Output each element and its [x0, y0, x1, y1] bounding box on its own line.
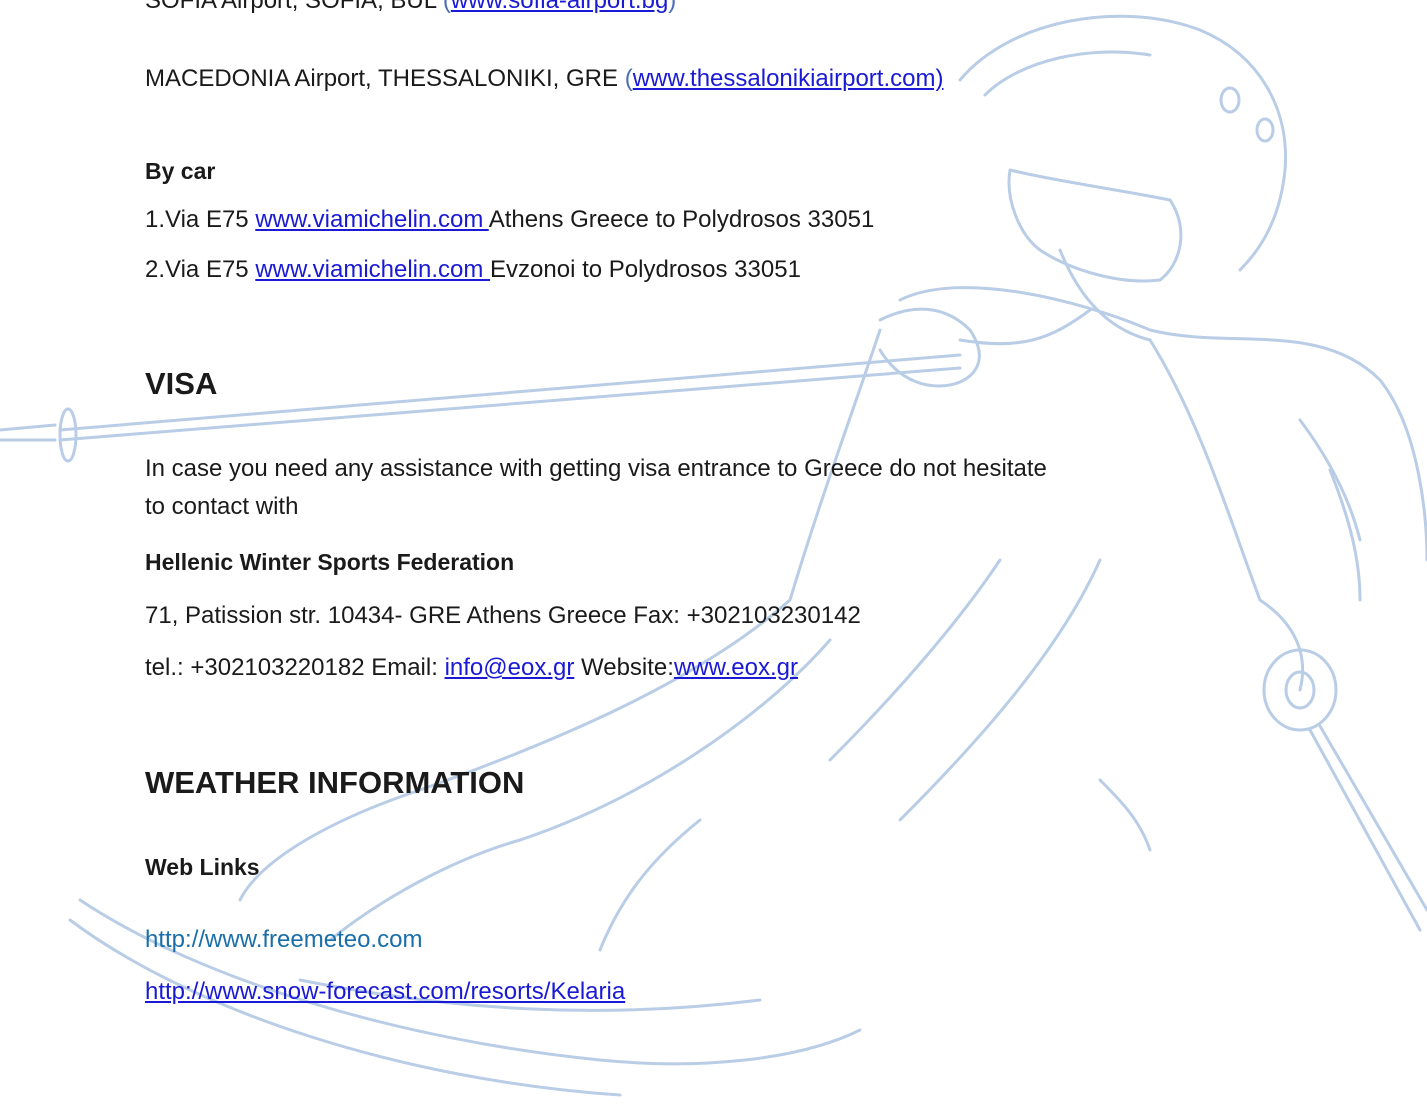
route-suffix: Athens Greece to Polydrosos 33051: [488, 206, 875, 233]
airport-line-thessaloniki: MACEDONIA Airport, THESSALONIKI, GRE (ww…: [145, 64, 943, 94]
car-route-2: 2.Via E75 www.viamichelin.com Evzonoi to…: [145, 255, 801, 285]
car-route-1: 1.Via E75 www.viamichelin.com Athens Gre…: [145, 205, 874, 235]
document-page: SOFIA Airport, SOFIA, BUL ( www.sofia-air…: [0, 0, 1427, 1107]
airport-text: MACEDONIA Airport, THESSALONIKI, GRE: [145, 65, 619, 92]
email-link[interactable]: info@eox.gr: [445, 654, 575, 681]
by-car-heading: By car: [145, 158, 216, 184]
route-prefix: 1.Via E75: [145, 206, 249, 233]
snow-forecast-link[interactable]: http://www.snow-forecast.com/resorts/Kel…: [145, 978, 625, 1005]
route-suffix: Evzonoi to Polydrosos 33051: [490, 256, 801, 283]
web-links-heading: Web Links: [145, 854, 260, 880]
website-label: Website:: [574, 654, 674, 681]
visa-text-line-1: In case you need any assistance with get…: [145, 455, 1047, 482]
visa-text-line-2: to contact with: [145, 493, 299, 520]
route-prefix: 2.Via E75: [145, 256, 249, 283]
org-contact: tel.: +302103220182 Email: info@eox.gr W…: [145, 653, 798, 683]
airport-text: SOFIA Airport, SOFIA, BUL: [145, 0, 437, 14]
website-link[interactable]: www.eox.gr: [674, 654, 798, 681]
sofia-airport-link[interactable]: www.sofia-airport.bg: [451, 0, 668, 14]
weather-heading: WEATHER INFORMATION: [145, 765, 525, 800]
viamichelin-link-2[interactable]: www.viamichelin.com: [255, 256, 490, 283]
thessaloniki-airport-link[interactable]: www.thessalonikiairport.com): [633, 65, 944, 92]
org-name: Hellenic Winter Sports Federation: [145, 549, 515, 575]
airport-line-sofia: SOFIA Airport, SOFIA, BUL (www.sofia-air…: [145, 0, 676, 16]
snow-forecast-line: http://www.snow-forecast.com/resorts/Kel…: [145, 977, 625, 1007]
viamichelin-link-1[interactable]: www.viamichelin.com: [255, 206, 488, 233]
tel-email-label: tel.: +302103220182 Email:: [145, 654, 445, 681]
paren-open: (: [624, 65, 633, 92]
visa-heading: VISA: [145, 366, 218, 401]
freemeteo-link-text[interactable]: http://www.freemeteo.com: [145, 925, 422, 955]
org-address: 71, Patission str. 10434- GRE Athens Gre…: [145, 602, 861, 629]
